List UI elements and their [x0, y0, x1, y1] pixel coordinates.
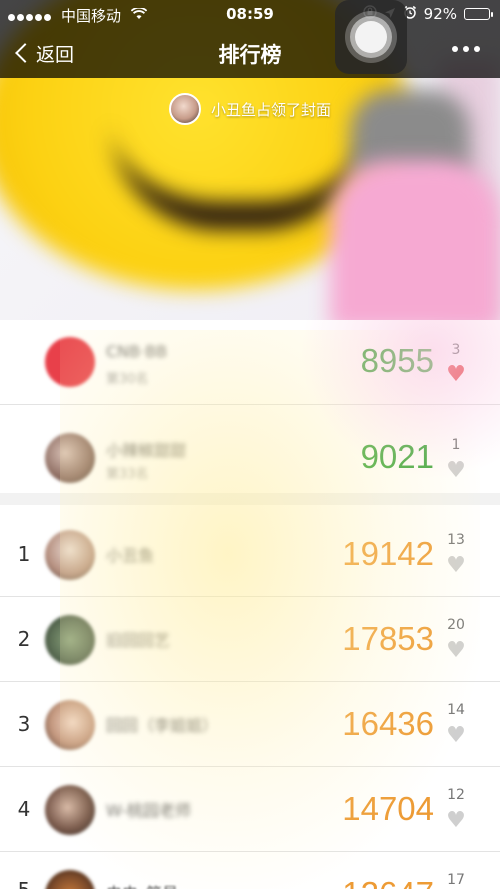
step-count: 12647	[342, 875, 434, 889]
battery-icon	[464, 8, 493, 20]
cover-owner-banner[interactable]: 小丑鱼占领了封面	[0, 93, 500, 125]
user-name: 小辣椒甜甜	[106, 441, 187, 460]
avatar	[45, 785, 95, 835]
ranking-row[interactable]: 2 旧回回艺 17853 20 ♥	[0, 597, 500, 682]
like-count: 3	[451, 342, 461, 358]
step-count: 19142	[342, 535, 434, 572]
rank-number: 4	[17, 797, 31, 821]
status-bar: 中国移动 08:59 92%	[0, 0, 500, 28]
ranking-row[interactable]: 1 小丑鱼 19142 13 ♥	[0, 512, 500, 597]
user-name: CNB·BB	[106, 342, 168, 361]
heart-icon[interactable]: ♥	[436, 555, 476, 577]
avatar	[45, 870, 95, 889]
like-count: 20	[447, 617, 465, 633]
battery-percent: 92%	[423, 5, 457, 23]
user-name: 旧回回艺	[106, 631, 171, 650]
step-count: 16436	[342, 705, 434, 742]
like-count: 1	[451, 437, 461, 453]
heart-icon[interactable]: ♥	[436, 460, 476, 482]
heart-icon[interactable]: ♥	[436, 364, 476, 386]
heart-icon[interactable]: ♥	[436, 640, 476, 662]
user-rank-text: 第30名	[106, 372, 149, 387]
ranking-row[interactable]: 5 虫虫_简易 12647 17	[0, 852, 500, 889]
user-rank-text: 第33名	[106, 467, 149, 482]
avatar	[45, 337, 95, 387]
step-count: 17853	[342, 620, 434, 657]
like-count: 13	[447, 532, 465, 548]
navigation-bar: 返回 排行榜	[0, 28, 500, 78]
user-name: W-桃园老师	[106, 801, 191, 820]
heart-icon[interactable]: ♥	[436, 810, 476, 832]
my-rank-row[interactable]: CNB·BB 第30名 8955 3 ♥	[0, 320, 500, 405]
step-count: 14704	[342, 790, 434, 827]
step-count: 9021	[360, 438, 434, 475]
avatar	[45, 615, 95, 665]
rank-number: 2	[17, 627, 31, 651]
like-count: 17	[447, 872, 465, 888]
like-count: 12	[447, 787, 465, 803]
assistive-touch-button[interactable]	[335, 0, 407, 74]
user-name: 虫虫_简易	[106, 880, 178, 889]
heart-icon[interactable]: ♥	[436, 725, 476, 747]
page-title: 排行榜	[218, 43, 282, 67]
avatar	[45, 530, 95, 580]
avatar	[45, 700, 95, 750]
ranking-row[interactable]: 4 W-桃园老师 14704 12 ♥	[0, 767, 500, 852]
user-name: 回回（李姐姐）	[106, 716, 219, 735]
step-count: 8955	[360, 342, 434, 379]
avatar	[45, 433, 95, 483]
cover-figure-dress	[330, 160, 500, 320]
cover-banner-text: 小丑鱼占领了封面	[210, 100, 331, 119]
rank-number: 3	[17, 712, 31, 736]
like-count: 14	[447, 702, 465, 718]
rank-number: 5	[16, 878, 32, 889]
more-dots-icon[interactable]	[452, 46, 480, 52]
cover-owner-avatar	[168, 93, 201, 125]
my-rank-row[interactable]: 小辣椒甜甜 第33名 9021 1 ♥	[0, 405, 500, 505]
user-name: 小丑鱼	[106, 546, 155, 565]
ranking-row[interactable]: 3 回回（李姐姐） 16436 14 ♥	[0, 682, 500, 767]
rank-number: 1	[17, 542, 31, 566]
